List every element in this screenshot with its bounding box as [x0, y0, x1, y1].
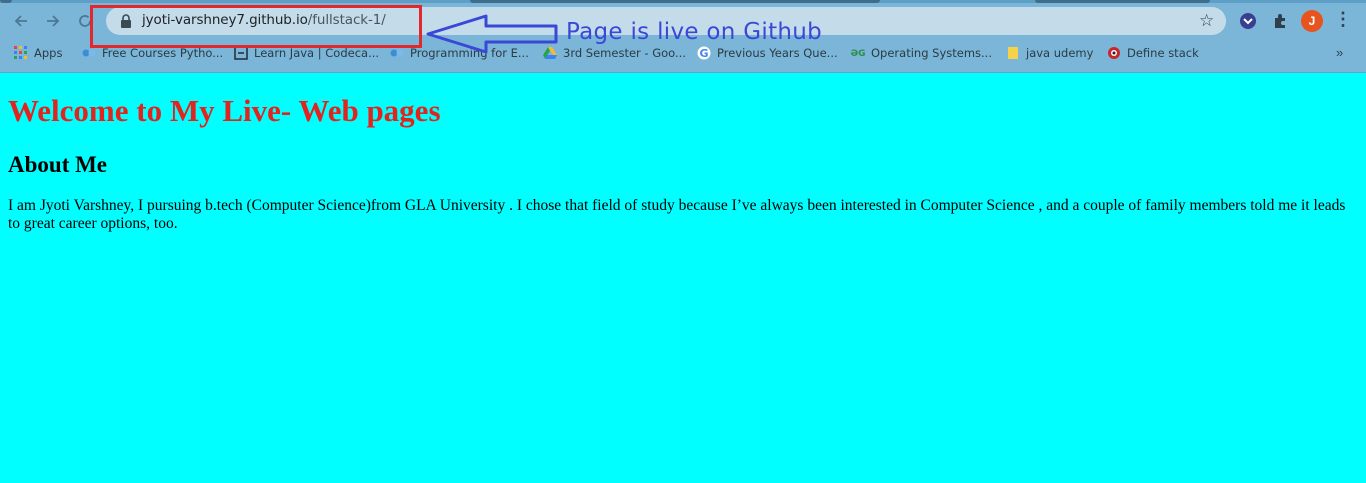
bookmark-star-icon[interactable]: ☆: [1199, 11, 1214, 31]
bookmark-label: Apps: [34, 46, 63, 60]
highlight-box: [90, 5, 422, 48]
more-bookmarks-chevron-icon[interactable]: »: [1336, 45, 1343, 60]
extensions-puzzle-icon[interactable]: [1270, 11, 1290, 31]
apps-grid-icon: [14, 46, 27, 59]
bookmark-label: Operating Systems...: [871, 46, 992, 60]
about-heading: About Me: [8, 152, 108, 177]
geeksforgeeks-icon: ƏG: [851, 49, 865, 59]
bookmark-operating-systems[interactable]: ƏG Operating Systems...: [851, 40, 992, 66]
bookmark-define-stack[interactable]: Define stack: [1107, 40, 1199, 66]
forward-button[interactable]: [42, 10, 64, 32]
bookmark-java-udemy[interactable]: java udemy: [1006, 40, 1093, 66]
back-arrow-icon: [14, 15, 27, 27]
menu-kebab-icon[interactable]: ⋮: [1334, 9, 1352, 30]
tab-edge: [470, 0, 880, 3]
svg-text:ƏG: ƏG: [851, 49, 865, 59]
forward-arrow-icon: [47, 15, 60, 27]
left-arrow-icon: [426, 14, 558, 54]
page-title: Welcome to My Live- Web pages: [8, 93, 441, 128]
profile-avatar[interactable]: J: [1301, 10, 1323, 32]
svg-text:G: G: [699, 47, 708, 60]
page-content: Welcome to My Live- Web pages About Me I…: [8, 72, 1358, 233]
bookmark-label: 3rd Semester - Goo...: [563, 46, 686, 60]
tab-edge: [1035, 0, 1210, 3]
bookmark-label: Define stack: [1127, 46, 1199, 60]
bookmark-label: Previous Years Que...: [717, 46, 838, 60]
bookmark-label: java udemy: [1026, 46, 1094, 60]
about-paragraph: I am Jyoti Varshney, I pursuing b.tech (…: [8, 197, 1346, 232]
codecademy-icon: [234, 46, 248, 60]
google-icon: G: [697, 46, 711, 60]
bookmark-label: Free Courses Pytho...: [102, 46, 224, 60]
bookmark-label: Learn Java | Codeca...: [254, 46, 380, 60]
back-button[interactable]: [10, 10, 32, 32]
folder-icon: [1008, 47, 1018, 59]
annotation-label: Page is live on Github: [566, 19, 823, 45]
bookmark-apps[interactable]: Apps: [14, 40, 62, 66]
tab-edge: [0, 0, 12, 3]
site-icon: [1108, 47, 1120, 59]
course-icon: [82, 49, 96, 57]
course-icon: [390, 49, 404, 57]
extension-pocket-icon[interactable]: [1238, 11, 1258, 31]
